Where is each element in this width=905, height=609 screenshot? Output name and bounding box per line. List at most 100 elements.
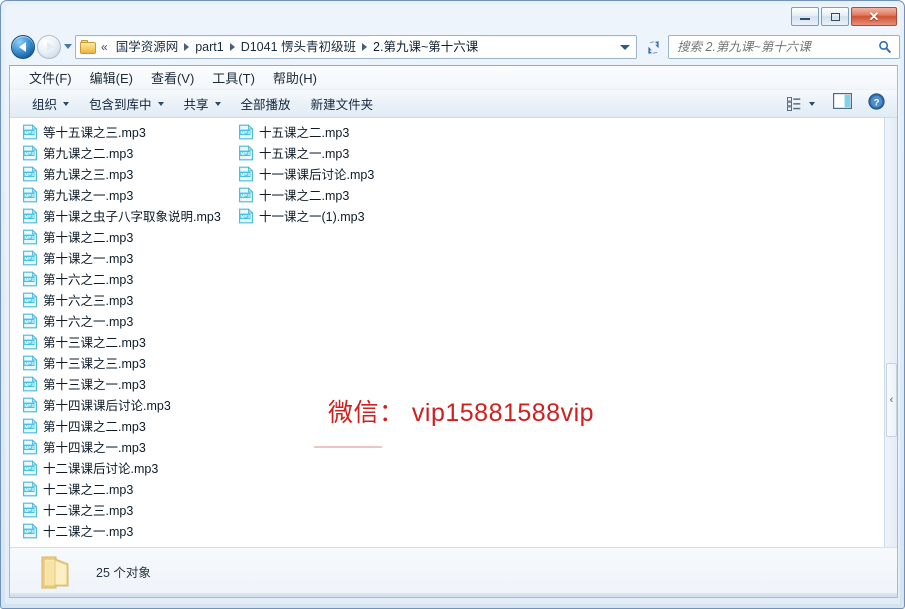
file-list-item[interactable]: MP3 第十三课之二.mp3 xyxy=(22,331,238,352)
svg-text:MP3: MP3 xyxy=(24,151,34,156)
breadcrumb-item-2[interactable]: D1041 愣头青初级班 xyxy=(238,36,359,58)
chevron-down-icon xyxy=(214,101,221,106)
status-bar: 25 个对象 xyxy=(10,547,897,597)
svg-text:MP3: MP3 xyxy=(24,487,34,492)
file-name-label: 第十四课课后讨论.mp3 xyxy=(43,399,171,413)
help-button[interactable]: ? xyxy=(864,90,889,118)
file-list-item[interactable]: MP3 第十三课之三.mp3 xyxy=(22,352,238,373)
include-in-library-button[interactable]: 包含到库中 xyxy=(79,90,174,117)
file-name-label: 第十三课之二.mp3 xyxy=(43,336,146,350)
play-all-button[interactable]: 全部播放 xyxy=(231,90,301,117)
file-list-column-b: MP3 十五课之二.mp3 MP3 十五课之一.mp3 MP3 十一课课后讨论.mp3 MP… xyxy=(238,121,478,226)
breadcrumb-item-current[interactable]: 2.第九课~第十六课 xyxy=(370,36,482,58)
mp3-file-icon: MP3 xyxy=(22,522,38,539)
menu-item-edit[interactable]: 编辑(E) xyxy=(81,66,142,89)
chevron-down-icon[interactable] xyxy=(620,44,630,50)
file-name-label: 十五课之二.mp3 xyxy=(259,126,350,140)
file-list-item[interactable]: MP3 第十四课之一.mp3 xyxy=(22,436,238,457)
file-list-item[interactable]: MP3 第十三课之一.mp3 xyxy=(22,373,238,394)
file-name-label: 十二课之一.mp3 xyxy=(43,525,134,539)
file-name-label: 第十课之二.mp3 xyxy=(43,231,134,245)
menu-item-view[interactable]: 查看(V) xyxy=(142,66,203,89)
forward-button[interactable] xyxy=(37,35,61,59)
share-button[interactable]: 共享 xyxy=(174,90,231,117)
breadcrumb-item-0[interactable]: 国学资源网 xyxy=(113,36,182,58)
organize-button[interactable]: 组织 xyxy=(22,90,79,117)
command-bar: 组织 包含到库中 共享 全部播放 新建文件夹 ? xyxy=(10,90,897,118)
file-list-item[interactable]: MP3 等十五课之三.mp3 xyxy=(22,121,238,142)
arrow-left-icon xyxy=(18,42,26,52)
file-name-label: 第十六之二.mp3 xyxy=(43,273,134,287)
mp3-file-icon: MP3 xyxy=(22,249,38,266)
file-list-item[interactable]: MP3 第十四课之二.mp3 xyxy=(22,415,238,436)
search-box[interactable] xyxy=(668,35,900,59)
file-list-item[interactable]: MP3 十二课课后讨论.mp3 xyxy=(22,457,238,478)
mp3-file-icon: MP3 xyxy=(22,291,38,308)
file-list-item[interactable]: MP3 十一课之一(1).mp3 xyxy=(238,205,478,226)
file-name-label: 等十五课之三.mp3 xyxy=(43,126,146,140)
menu-item-file[interactable]: 文件(F) xyxy=(20,66,81,89)
mp3-file-icon: MP3 xyxy=(22,165,38,182)
file-list-item[interactable]: MP3 十一课之二.mp3 xyxy=(238,184,478,205)
include-in-library-label: 包含到库中 xyxy=(89,98,152,112)
file-list-item[interactable]: MP3 十二课之一.mp3 xyxy=(22,520,238,541)
file-list-item[interactable]: MP3 第十六之一.mp3 xyxy=(22,310,238,331)
file-list-item[interactable]: MP3 第九课之三.mp3 xyxy=(22,163,238,184)
file-list-item[interactable]: MP3 十一课课后讨论.mp3 xyxy=(238,163,478,184)
file-list-item[interactable]: MP3 第九课之一.mp3 xyxy=(22,184,238,205)
menu-item-tools[interactable]: 工具(T) xyxy=(203,66,264,89)
mp3-file-icon: MP3 xyxy=(22,144,38,161)
file-list-item[interactable]: MP3 第十课之二.mp3 xyxy=(22,226,238,247)
watermark-text: 微信： vip15881588vip xyxy=(327,399,595,427)
breadcrumb-separator-icon[interactable] xyxy=(229,43,235,51)
file-list-item[interactable]: MP3 第九课之二.mp3 xyxy=(22,142,238,163)
file-list-item[interactable]: MP3 第十课之一.mp3 xyxy=(22,247,238,268)
refresh-button[interactable] xyxy=(641,35,665,59)
change-view-button[interactable] xyxy=(783,94,819,114)
svg-text:MP3: MP3 xyxy=(240,193,250,198)
svg-text:MP3: MP3 xyxy=(24,466,34,471)
preview-pane-handle[interactable]: ‹ xyxy=(884,118,897,547)
chevron-down-icon[interactable] xyxy=(809,101,815,106)
preview-pane-icon xyxy=(833,93,852,110)
file-list-item[interactable]: MP3 第十六之二.mp3 xyxy=(22,268,238,289)
preview-pane-expand-button[interactable]: ‹ xyxy=(886,363,897,437)
breadcrumb-item-1[interactable]: part1 xyxy=(192,36,227,58)
restore-button[interactable] xyxy=(821,7,849,26)
back-button[interactable] xyxy=(11,35,35,59)
recent-locations-button[interactable] xyxy=(64,44,72,49)
mp3-file-icon: MP3 xyxy=(22,480,38,497)
file-list-item[interactable]: MP3 第十四课课后讨论.mp3 xyxy=(22,394,238,415)
breadcrumb-separator-icon[interactable] xyxy=(184,43,190,51)
show-preview-pane-button[interactable] xyxy=(827,90,858,117)
svg-text:MP3: MP3 xyxy=(24,256,34,261)
breadcrumb-overflow-chevrons[interactable]: « xyxy=(99,36,111,58)
menu-item-help[interactable]: 帮助(H) xyxy=(264,66,326,89)
svg-text:MP3: MP3 xyxy=(24,403,34,408)
close-button[interactable]: ✕ xyxy=(851,7,897,26)
svg-text:MP3: MP3 xyxy=(24,424,34,429)
title-bar[interactable]: ✕ xyxy=(5,4,900,30)
breadcrumb-separator-icon[interactable] xyxy=(362,43,368,51)
file-list-item[interactable]: MP3 十五课之二.mp3 xyxy=(238,121,478,142)
status-bar-edge xyxy=(10,593,897,597)
new-folder-button[interactable]: 新建文件夹 xyxy=(301,90,384,117)
chevron-left-icon: ‹ xyxy=(889,393,894,406)
file-list-item[interactable]: MP3 十二课之三.mp3 xyxy=(22,499,238,520)
svg-text:MP3: MP3 xyxy=(24,277,34,282)
mp3-file-icon: MP3 xyxy=(22,228,38,245)
mp3-file-icon: MP3 xyxy=(238,207,254,224)
search-icon[interactable] xyxy=(878,40,892,54)
file-list-item[interactable]: MP3 十五课之一.mp3 xyxy=(238,142,478,163)
minimize-button[interactable] xyxy=(791,7,819,26)
share-label: 共享 xyxy=(183,98,209,112)
file-list-item[interactable]: MP3 第十六之三.mp3 xyxy=(22,289,238,310)
address-bar[interactable]: « 国学资源网 part1 D1041 愣头青初级班 2.第九课~第十六课 xyxy=(75,35,637,59)
file-list-item[interactable]: MP3 十二课之二.mp3 xyxy=(22,478,238,499)
svg-text:MP3: MP3 xyxy=(24,340,34,345)
file-name-label: 第九课之一.mp3 xyxy=(43,189,134,203)
search-input[interactable] xyxy=(669,37,878,57)
file-list-item[interactable]: MP3 第十课之虫子八字取象说明.mp3 xyxy=(22,205,238,226)
file-list[interactable]: MP3 等十五课之三.mp3 MP3 第九课之二.mp3 MP3 第九课之三.mp3 MP3… xyxy=(10,118,897,547)
folder-icon xyxy=(80,40,97,54)
